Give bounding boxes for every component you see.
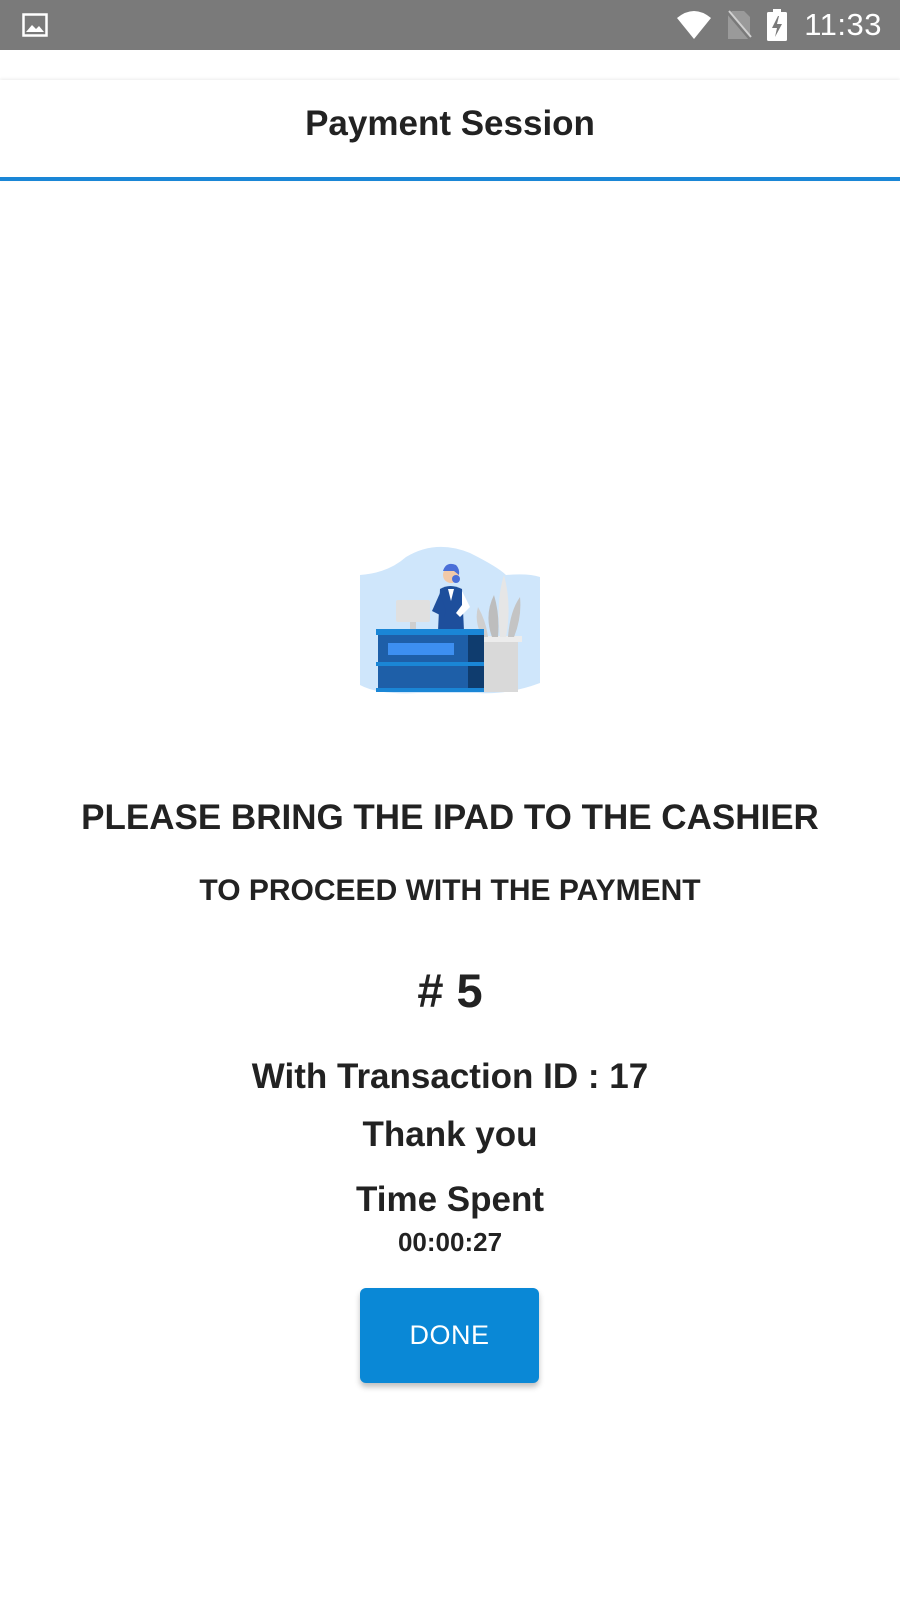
- status-clock: 11:33: [804, 7, 882, 42]
- transaction-id: With Transaction ID : 17: [251, 1057, 649, 1096]
- wifi-icon: [677, 11, 712, 39]
- page-title: Payment Session: [305, 104, 595, 143]
- time-spent-label: Time Spent: [355, 1180, 544, 1219]
- queue-number: # 5: [417, 964, 483, 1017]
- instruction-subheading: TO PROCEED WITH THE PAYMENT: [199, 874, 701, 907]
- no-sim-icon: [727, 10, 753, 41]
- status-icons: 11:33: [676, 0, 882, 50]
- instruction-heading: PLEASE BRING THE IPAD TO THE CASHIER: [81, 798, 819, 837]
- battery-charging-icon: [767, 9, 788, 41]
- status-bar: 11:33: [0, 0, 900, 50]
- gallery-icon: [22, 13, 48, 37]
- time-spent-value: 00:00:27: [397, 1227, 503, 1257]
- done-button[interactable]: DONE: [360, 1288, 539, 1383]
- thank-you-text: Thank you: [362, 1115, 538, 1154]
- app-header: Payment Session: [0, 80, 900, 181]
- cashier-illustration: [360, 546, 540, 694]
